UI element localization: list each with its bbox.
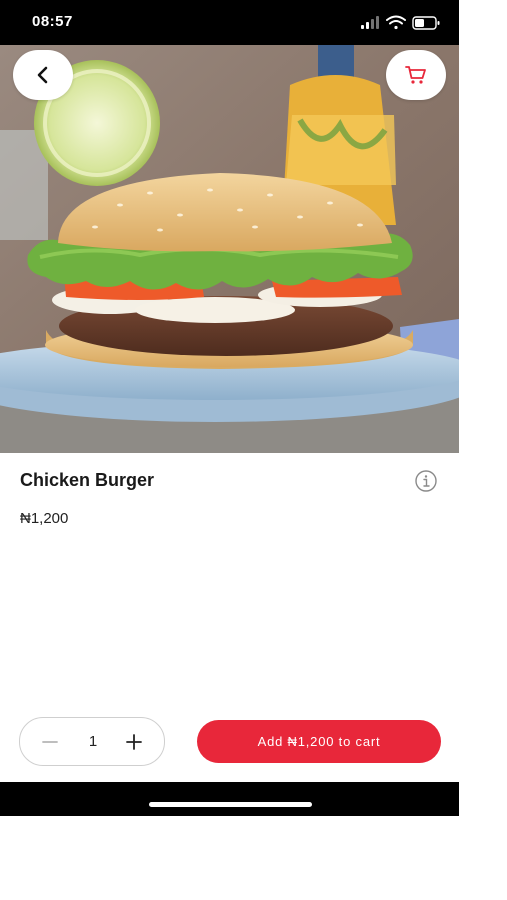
- product-detail-screen: 08:57 Chicken Burger ₦1,200 1 Add ₦1,200…: [0, 0, 459, 816]
- product-name: Chicken Burger: [20, 470, 155, 490]
- quantity-stepper: 1: [19, 717, 165, 766]
- product-price: ₦1,200: [20, 510, 69, 527]
- add-to-cart-button[interactable]: Add ₦1,200 to cart: [197, 720, 441, 763]
- status-icons: [361, 14, 441, 32]
- increase-quantity-button[interactable]: [122, 730, 146, 754]
- back-button[interactable]: [13, 50, 73, 100]
- status-bar: 08:57: [0, 0, 459, 45]
- status-time: 08:57: [32, 13, 73, 30]
- info-icon: [415, 470, 437, 492]
- shopping-cart-icon: [405, 66, 426, 84]
- chevron-left-icon: [37, 66, 48, 84]
- cart-button[interactable]: [386, 50, 446, 100]
- plus-icon: [126, 734, 142, 750]
- product-image: [0, 45, 459, 453]
- wifi-icon: [386, 15, 406, 30]
- battery-icon: [412, 16, 440, 30]
- home-indicator-bar: [0, 782, 459, 816]
- home-indicator[interactable]: [149, 802, 312, 807]
- decrease-quantity-button[interactable]: [38, 730, 62, 754]
- info-button[interactable]: [414, 469, 438, 493]
- signal-icon: [361, 16, 379, 29]
- quantity-value: 1: [88, 733, 98, 750]
- minus-icon: [42, 741, 58, 743]
